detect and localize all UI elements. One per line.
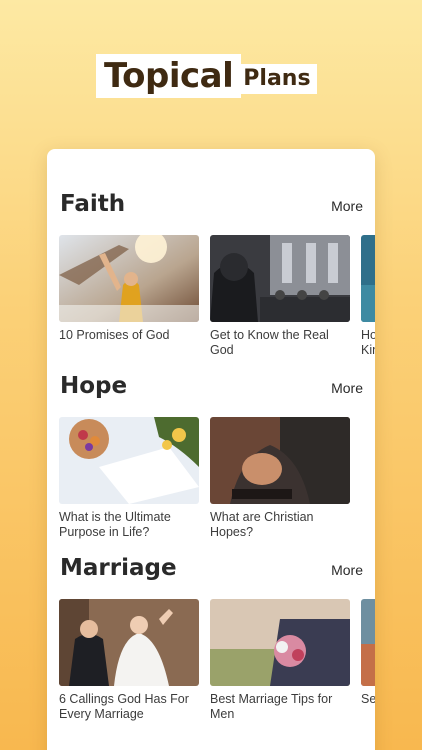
plan-card[interactable]: What is the Ultimate Purpose in Life? xyxy=(59,417,199,540)
plan-caption: 6 Callings God Has For Every Marriage xyxy=(59,692,189,721)
plan-caption: Best Marriage Tips for Men xyxy=(210,692,333,721)
plan-caption: Se xyxy=(361,692,375,706)
more-link[interactable]: More xyxy=(331,379,363,397)
plan-thumbnail xyxy=(59,235,199,322)
title-sub: Plans xyxy=(237,64,317,94)
more-link[interactable]: More xyxy=(331,197,363,215)
header: Topical Plans xyxy=(0,52,422,102)
plan-caption: How to Know the Kingdom xyxy=(361,328,375,357)
plan-thumbnail xyxy=(59,599,199,686)
plan-card[interactable]: Best Marriage Tips for Men xyxy=(210,599,350,722)
plan-thumbnail xyxy=(361,599,375,686)
plan-caption: Get to Know the Real God xyxy=(210,328,329,357)
plan-row: 6 Callings God Has For Every Marriage Be… xyxy=(59,599,375,739)
plan-caption: 10 Promises of God xyxy=(59,328,170,342)
section-title: Marriage xyxy=(60,555,177,581)
plan-card[interactable]: 10 Promises of God xyxy=(59,235,199,343)
plan-thumbnail xyxy=(210,417,350,504)
plan-caption: What is the Ultimate Purpose in Life? xyxy=(59,510,171,539)
page-title: Topical Plans xyxy=(98,56,317,96)
plan-card[interactable]: 6 Callings God Has For Every Marriage xyxy=(59,599,199,722)
plan-thumbnail xyxy=(210,235,350,322)
plan-card[interactable]: Get to Know the Real God xyxy=(210,235,350,358)
plans-card: Faith More 10 Promises of God Get to Kno… xyxy=(47,149,375,750)
section-title: Hope xyxy=(60,373,128,399)
plan-thumbnail xyxy=(210,599,350,686)
plan-thumbnail xyxy=(361,235,375,322)
plan-row: 10 Promises of God Get to Know the Real … xyxy=(59,235,375,375)
plan-card[interactable]: What are Christian Hopes? xyxy=(210,417,350,540)
section-title: Faith xyxy=(60,191,126,217)
title-main: Topical xyxy=(98,56,240,96)
plan-card[interactable]: Se xyxy=(361,599,375,707)
more-link[interactable]: More xyxy=(331,561,363,579)
plan-row: What is the Ultimate Purpose in Life? Wh… xyxy=(59,417,375,557)
plan-caption: What are Christian Hopes? xyxy=(210,510,314,539)
plan-card[interactable]: How to Know the Kingdom xyxy=(361,235,375,358)
plan-thumbnail xyxy=(59,417,199,504)
